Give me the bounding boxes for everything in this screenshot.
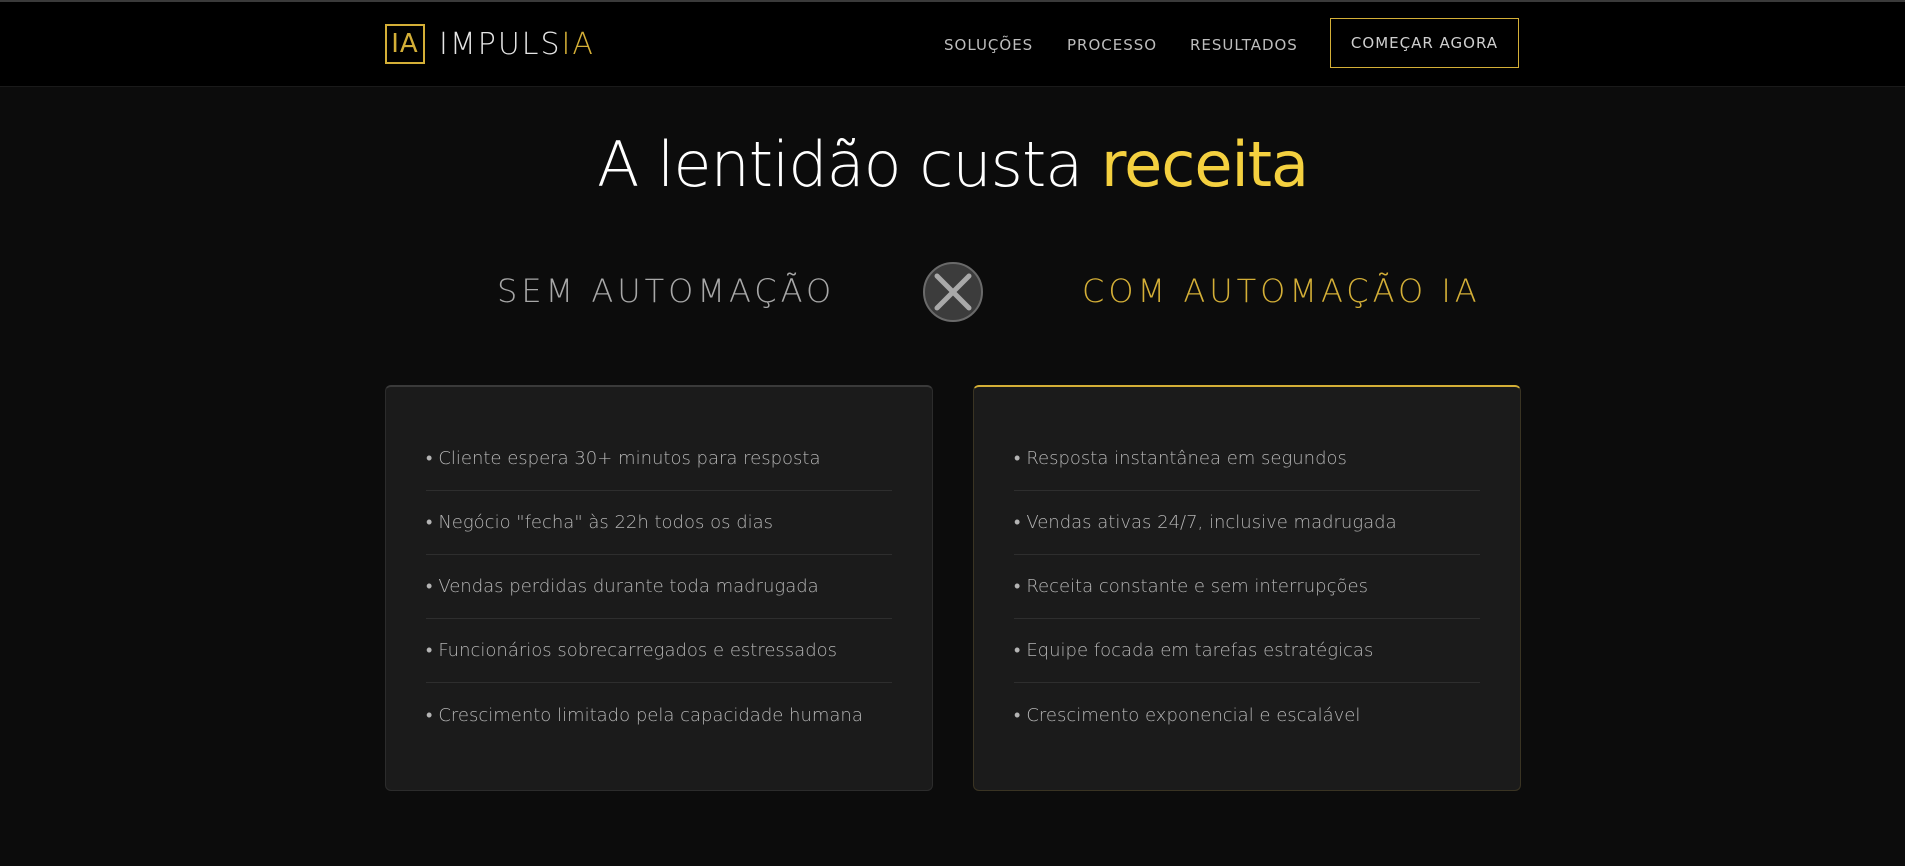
bullet: • <box>1014 704 1021 726</box>
list-item-text: Resposta instantânea em segundos <box>1026 448 1347 469</box>
list-item: • Equipe focada em tarefas estratégicas <box>1014 619 1480 683</box>
list-item: • Crescimento limitado pela capacidade hu… <box>426 683 892 747</box>
list-item-text: Equipe focada em tarefas estratégicas <box>1026 640 1374 661</box>
list-item-text: Vendas ativas 24/7, inclusive madrugada <box>1026 512 1397 533</box>
site-header: IA IMPULSIA SOLUÇÕES PROCESSO RESULTADOS… <box>0 2 1905 87</box>
bullet: • <box>426 576 433 597</box>
with-automation-card: • Resposta instantânea em segundos • Venda… <box>973 385 1521 791</box>
list-item-text: Crescimento exponencial e escalável <box>1026 704 1361 726</box>
logo-name-main: IMPULS <box>439 26 562 62</box>
bullet: • <box>426 640 433 661</box>
without-automation-card: • Cliente espera 30+ minutos para respost… <box>385 385 933 791</box>
bullet: • <box>426 448 433 469</box>
with-automation-title: COM AUTOMAÇÃO IA <box>1082 272 1481 310</box>
bullet: • <box>1014 448 1021 469</box>
nav-link-processo[interactable]: PROCESSO <box>1067 36 1157 54</box>
list-item: • Receita constante e sem interrupções <box>1014 555 1480 619</box>
list-item-text: Receita constante e sem interrupções <box>1026 576 1368 597</box>
bullet: • <box>1014 512 1021 533</box>
bullet: • <box>1014 576 1021 597</box>
without-automation-list: • Cliente espera 30+ minutos para respost… <box>426 427 892 747</box>
bullet: • <box>426 512 433 533</box>
list-item: • Vendas ativas 24/7, inclusive madrugada <box>1014 491 1480 555</box>
bullet: • <box>426 704 433 726</box>
list-item-text: Crescimento limitado pela capacidade hum… <box>438 704 863 726</box>
list-item: • Negócio "fecha" às 22h todos os dias <box>426 491 892 555</box>
logo-name-accent: IA <box>561 26 595 62</box>
bullet: • <box>1014 640 1021 661</box>
with-automation-list: • Resposta instantânea em segundos • Venda… <box>1014 427 1480 747</box>
list-item-text: Negócio "fecha" às 22h todos os dias <box>438 512 774 533</box>
list-item: • Vendas perdidas durante toda madrugada <box>426 555 892 619</box>
page-title-main: A lentidão custa <box>596 128 1101 201</box>
page-title: A lentidão custa receita <box>0 128 1905 201</box>
nav-link-solucoes[interactable]: SOLUÇÕES <box>944 36 1033 54</box>
without-automation-title: SEM AUTOMAÇÃO <box>497 272 836 310</box>
list-item: • Crescimento exponencial e escalável <box>1014 683 1480 747</box>
start-now-button[interactable]: COMEÇAR AGORA <box>1330 18 1519 68</box>
list-item-text: Cliente espera 30+ minutos para resposta <box>438 448 821 469</box>
logo-mark: IA <box>385 24 425 64</box>
list-item: • Funcionários sobrecarregados e estressa… <box>426 619 892 683</box>
close-circle-icon <box>923 262 983 322</box>
logo-text: IMPULSIA <box>439 27 595 62</box>
logo-link[interactable]: IA IMPULSIA <box>385 24 595 64</box>
list-item-text: Funcionários sobrecarregados e estressad… <box>438 640 838 661</box>
nav-link-resultados[interactable]: RESULTADOS <box>1190 36 1298 54</box>
list-item-text: Vendas perdidas durante toda madrugada <box>438 576 819 597</box>
list-item: • Resposta instantânea em segundos <box>1014 427 1480 491</box>
list-item: • Cliente espera 30+ minutos para respost… <box>426 427 892 491</box>
page-title-highlight: receita <box>1100 128 1309 201</box>
